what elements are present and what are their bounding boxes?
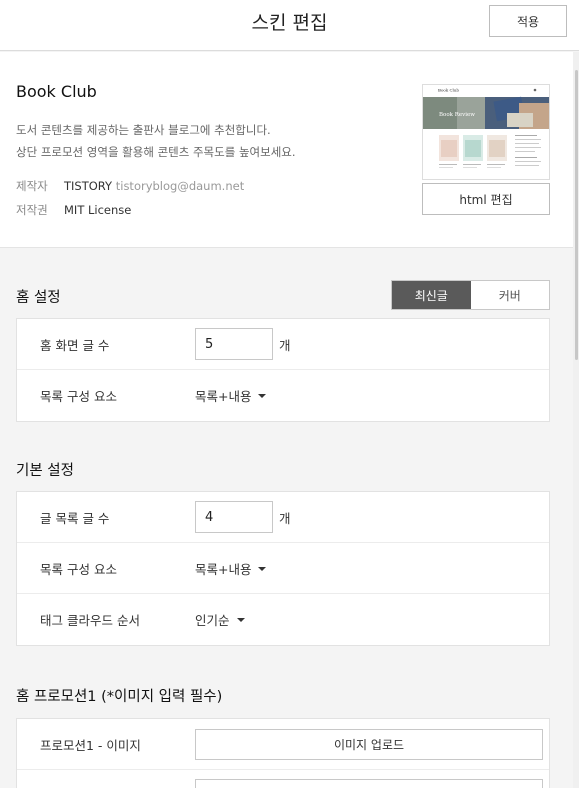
chevron-down-icon — [236, 617, 245, 622]
basic-post-count-row: 글 목록 글 수 4 개 — [17, 492, 549, 543]
skin-name: Book Club — [16, 82, 97, 101]
maker-email: tistoryblog@daum.net — [115, 179, 245, 193]
basic-settings-card: 글 목록 글 수 4 개 목록 구성 요소 목록+내용 태그 클라우드 순서 인… — [16, 491, 550, 646]
basic-list-element-select[interactable]: 목록+내용 — [195, 559, 267, 578]
home-mode-toggle: 최신글 커버 — [391, 280, 550, 310]
basic-settings-title: 기본 설정 — [16, 463, 74, 479]
tab-cover[interactable]: 커버 — [470, 281, 549, 309]
html-edit-button[interactable]: html 편집 — [422, 183, 550, 215]
skin-thumbnail: Book Club Book Review — [422, 84, 550, 180]
tab-latest-posts[interactable]: 최신글 — [392, 281, 471, 309]
tag-cloud-order-label: 태그 클라우드 순서 — [40, 613, 140, 628]
skin-description-line2: 상단 프로모션 영역을 활용해 콘텐츠 주목도를 높여보세요. — [16, 145, 296, 159]
home-list-element-label: 목록 구성 요소 — [40, 389, 117, 404]
skin-thumbnail-image: Book Club Book Review — [423, 85, 549, 179]
basic-list-element-row: 목록 구성 요소 목록+내용 — [17, 543, 549, 594]
maker-name: TISTORY — [64, 179, 113, 193]
chevron-down-icon — [258, 393, 267, 398]
home-settings-card: 홈 화면 글 수 5 개 목록 구성 요소 목록+내용 — [16, 318, 550, 422]
skin-description: 도서 콘텐츠를 제공하는 출판사 블로그에 추천합니다. 상단 프로모션 영역을… — [16, 119, 296, 163]
promotion1-next-row — [17, 770, 549, 788]
home-post-count-unit: 개 — [279, 338, 291, 353]
thumbnail-site-title: Book Club — [438, 88, 459, 93]
home-post-count-label: 홈 화면 글 수 — [40, 338, 110, 353]
apply-button[interactable]: 적용 — [489, 5, 567, 37]
skin-info-panel: Book Club 도서 콘텐츠를 제공하는 출판사 블로그에 추천합니다. 상… — [0, 52, 573, 248]
basic-post-count-label: 글 목록 글 수 — [40, 511, 110, 526]
tag-cloud-order-value: 인기순 — [195, 613, 230, 628]
promotion1-title: 홈 프로모션1 (*이미지 입력 필수) — [16, 689, 223, 705]
home-post-count-row: 홈 화면 글 수 5 개 — [17, 319, 549, 370]
thumbnail-banner-text: Book Review — [439, 112, 475, 118]
image-upload-button[interactable]: 이미지 업로드 — [195, 729, 543, 760]
skin-description-line1: 도서 콘텐츠를 제공하는 출판사 블로그에 추천합니다. — [16, 123, 271, 137]
scrollbar-thumb[interactable] — [575, 70, 578, 360]
tag-cloud-order-select[interactable]: 인기순 — [195, 610, 245, 629]
home-post-count-input[interactable]: 5 — [195, 328, 273, 360]
promotion1-image-label: 프로모션1 - 이미지 — [40, 738, 141, 753]
license-value: MIT License — [64, 203, 132, 217]
chevron-down-icon — [258, 566, 267, 571]
promotion1-next-field[interactable] — [195, 779, 543, 788]
promotion1-image-row: 프로모션1 - 이미지 이미지 업로드 — [17, 719, 549, 770]
basic-list-element-label: 목록 구성 요소 — [40, 562, 117, 577]
home-list-element-value: 목록+내용 — [195, 389, 252, 404]
basic-list-element-value: 목록+내용 — [195, 562, 252, 577]
home-list-element-row: 목록 구성 요소 목록+내용 — [17, 370, 549, 421]
basic-post-count-input[interactable]: 4 — [195, 501, 273, 533]
home-list-element-select[interactable]: 목록+내용 — [195, 386, 267, 405]
license-row: 저작권 MIT License — [16, 202, 131, 218]
header-bar: 스킨 편집 적용 — [0, 0, 579, 51]
tag-cloud-order-row: 태그 클라우드 순서 인기순 — [17, 594, 549, 645]
basic-post-count-unit: 개 — [279, 511, 291, 526]
home-settings-title: 홈 설정 — [16, 290, 61, 306]
license-label: 저작권 — [16, 203, 48, 217]
maker-row: 제작자 TISTORY tistoryblog@daum.net — [16, 178, 244, 194]
maker-label: 제작자 — [16, 179, 48, 193]
promotion1-card: 프로모션1 - 이미지 이미지 업로드 — [16, 718, 550, 788]
